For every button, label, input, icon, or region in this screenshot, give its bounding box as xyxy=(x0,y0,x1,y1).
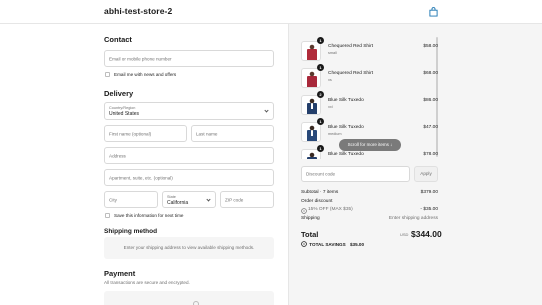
first-name-field[interactable]: First name (optional) xyxy=(104,125,187,142)
discount-name: 15% OFF (MAX $35) xyxy=(308,207,353,212)
red-shirt-thumbnail xyxy=(301,68,321,88)
item-variant: xs xyxy=(328,78,332,82)
item-price: $78.00 xyxy=(423,152,438,157)
savings-value: $35.00 xyxy=(349,242,365,247)
total-label: Total xyxy=(301,230,319,239)
payment-radio-icon[interactable] xyxy=(193,301,199,305)
cart-item: 1 Chequered Red Shirt small $58.00 xyxy=(301,37,438,61)
cart-item: 2 Blue Silk Tuxedo xxl $86.00 xyxy=(301,91,438,115)
apartment-field[interactable]: Apartment, suite, etc. (optional) xyxy=(104,169,274,186)
country-label: Country/Region xyxy=(109,106,136,110)
item-price: $47.00 xyxy=(423,125,438,130)
discount-placeholder: Discount code xyxy=(306,171,336,177)
shipping-row: Shipping Enter shipping address xyxy=(301,216,438,221)
item-price: $58.00 xyxy=(423,44,438,49)
red-shirt-thumbnail xyxy=(301,41,321,61)
tag-icon xyxy=(301,207,307,214)
item-price: $86.00 xyxy=(423,98,438,103)
country-value: United States xyxy=(109,111,140,117)
save-info-checkbox[interactable] xyxy=(105,213,110,218)
subtotal-row: Subtotal · 7 items $379.00 xyxy=(301,190,438,195)
subtotal-value: $379.00 xyxy=(420,190,438,195)
shipping-methods-notice: Enter your shipping address to view avai… xyxy=(104,237,274,259)
total-currency: USD xyxy=(400,232,409,237)
chevron-down-icon xyxy=(264,108,269,113)
contact-heading: Contact xyxy=(104,35,132,44)
state-label: State xyxy=(167,195,176,199)
shopping-bag-icon[interactable] xyxy=(429,7,438,17)
chevron-down-icon xyxy=(206,196,211,202)
apartment-placeholder: Apartment, suite, etc. (optional) xyxy=(109,175,173,180)
address-placeholder: Address xyxy=(109,153,126,158)
first-name-placeholder: First name (optional) xyxy=(109,131,152,136)
savings-label: TOTAL SAVINGS xyxy=(309,242,346,247)
email-field[interactable]: Email or mobile phone number xyxy=(104,50,274,67)
news-checkbox[interactable] xyxy=(105,72,110,77)
item-name: Chequered Red Shirt xyxy=(328,44,374,49)
payment-options-box xyxy=(104,291,274,305)
payment-heading: Payment xyxy=(104,269,136,278)
store-name[interactable]: abhi-test-store-2 xyxy=(104,6,172,16)
shipping-label: Shipping xyxy=(301,216,320,221)
state-value: California xyxy=(167,200,189,206)
top-header: abhi-test-store-2 xyxy=(0,0,542,24)
scroll-more-label: Scroll for more items xyxy=(347,142,389,147)
last-name-field[interactable]: Last name xyxy=(191,125,274,142)
payment-subtitle: All transactions are secure and encrypte… xyxy=(104,280,190,285)
city-field[interactable]: City xyxy=(104,191,158,208)
item-variant: medium xyxy=(328,132,342,136)
quantity-badge: 1 xyxy=(317,145,324,152)
last-name-placeholder: Last name xyxy=(196,131,218,136)
order-summary-panel xyxy=(288,24,542,305)
total-savings-row: TOTAL SAVINGS $35.00 xyxy=(301,241,364,247)
zip-field[interactable]: ZIP code xyxy=(220,191,274,208)
quantity-badge: 1 xyxy=(317,118,324,125)
quantity-badge: 2 xyxy=(317,91,324,98)
country-select[interactable]: Country/Region United States xyxy=(104,102,274,120)
apply-discount-button[interactable]: Apply xyxy=(414,166,438,182)
tag-icon xyxy=(301,241,307,247)
discount-value: - $35.00 xyxy=(420,207,438,212)
quantity-badge: 1 xyxy=(317,64,324,71)
cart-item: 1 Chequered Red Shirt xs $68.00 xyxy=(301,64,438,88)
news-label: Email me with news and offers xyxy=(114,72,177,77)
discount-code-input[interactable]: Discount code xyxy=(301,166,410,182)
item-name: Chequered Red Shirt xyxy=(328,71,374,76)
item-variant: small xyxy=(328,51,337,55)
shipping-value: Enter shipping address xyxy=(388,216,438,221)
delivery-heading: Delivery xyxy=(104,89,134,98)
zip-placeholder: ZIP code xyxy=(225,197,244,202)
order-discount-label: Order discount xyxy=(301,199,333,204)
state-select[interactable]: State California xyxy=(162,191,216,208)
email-placeholder: Email or mobile phone number xyxy=(109,56,172,61)
item-name: Blue Silk Tuxedo xyxy=(328,98,364,103)
total-value: $344.00 xyxy=(411,229,442,239)
item-price: $68.00 xyxy=(423,71,438,76)
quantity-badge: 1 xyxy=(317,37,324,44)
tuxedo-thumbnail xyxy=(301,95,321,115)
shipping-method-heading: Shipping method xyxy=(104,228,158,235)
item-name: Blue Silk Tuxedo xyxy=(328,152,364,157)
order-discount-row: Order discount xyxy=(301,199,438,204)
save-info-label: Save this information for next time xyxy=(114,213,184,218)
tuxedo-thumbnail xyxy=(301,122,321,142)
city-placeholder: City xyxy=(109,197,117,202)
address-field[interactable]: Address xyxy=(104,147,274,164)
item-variant: xxl xyxy=(328,105,333,109)
subtotal-label: Subtotal · 7 items xyxy=(301,190,339,195)
arrow-down-icon: ↓ xyxy=(390,142,393,147)
item-name: Blue Silk Tuxedo xyxy=(328,125,364,130)
scroll-more-button[interactable]: Scroll for more items ↓ xyxy=(339,139,401,151)
